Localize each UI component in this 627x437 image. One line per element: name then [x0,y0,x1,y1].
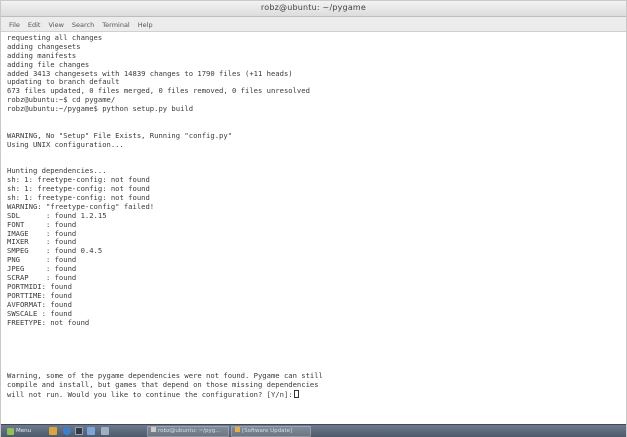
terminal-line: SWSCALE : found [7,308,72,318]
terminal-line: PNG : found [7,255,77,265]
terminal-line: compile and install, but games that depe… [7,379,319,389]
terminal-window: robz@ubuntu: ~/pygame File Edit View Search… [0,0,627,437]
menu-bar: File Edit View Search Terminal Help [1,17,626,32]
menu-help[interactable]: Help [134,17,157,30]
window-title: robz@ubuntu: ~/pygame [260,3,367,12]
browser-icon[interactable] [63,427,71,435]
terminal-line: adding manifests [7,50,77,60]
taskbar-task-software-update[interactable]: [Software Update] [231,426,311,437]
terminal-line: PORTTIME: found [7,290,72,300]
terminal-line: adding changesets [7,41,81,51]
menu-logo-icon [7,427,14,435]
terminal-task-icon [151,427,156,432]
terminal-line: FONT : found [7,219,77,229]
menu-file[interactable]: File [1,17,24,30]
terminal-line: requesting all changes [7,34,103,42]
title-bar[interactable]: robz@ubuntu: ~/pygame [1,1,626,17]
terminal-line: IMAGE : found [7,228,77,238]
start-menu-label: Menu [16,428,32,434]
terminal-line: SDL : found 1.2.15 [7,210,107,220]
terminal-line: robz@ubuntu:~/pygame$ python setup.py bu… [7,104,194,114]
terminal-line: Using UNIX configuration... [7,139,124,149]
folder-icon[interactable] [49,427,57,435]
show-desktop-icon[interactable] [101,427,109,435]
terminal-line: SCRAP : found [7,273,77,283]
terminal-line: SMPEG : found 0.4.5 [7,246,103,256]
terminal-output[interactable]: requesting all changes adding changesets a… [7,34,619,424]
terminal-line: will not run. Would you like to continue… [7,389,619,399]
taskbar-task-terminal-label: robz@ubuntu: ~/pyg... [158,428,221,434]
terminal-line: AVFORMAT: found [7,299,72,309]
menu-view[interactable]: View [44,17,67,30]
files-icon[interactable] [87,427,95,435]
menu-terminal[interactable]: Terminal [98,17,133,30]
start-menu-button[interactable]: Menu [4,426,34,436]
text-cursor [293,389,299,398]
taskbar-task-terminal[interactable]: robz@ubuntu: ~/pyg... [147,426,229,437]
terminal-line: PORTMIDI: found [7,281,72,291]
terminal-line: JPEG : found [7,264,77,274]
update-task-icon [235,427,240,432]
taskbar-task-update-label: [Software Update] [242,428,293,434]
terminal-line: FREETYPE: not found [7,317,90,327]
taskbar: Menu robz@ubuntu: ~/pyg... [Software Upd… [1,424,626,437]
menu-search[interactable]: Search [68,17,98,30]
menu-edit[interactable]: Edit [24,17,45,30]
terminal-icon[interactable] [75,427,83,435]
